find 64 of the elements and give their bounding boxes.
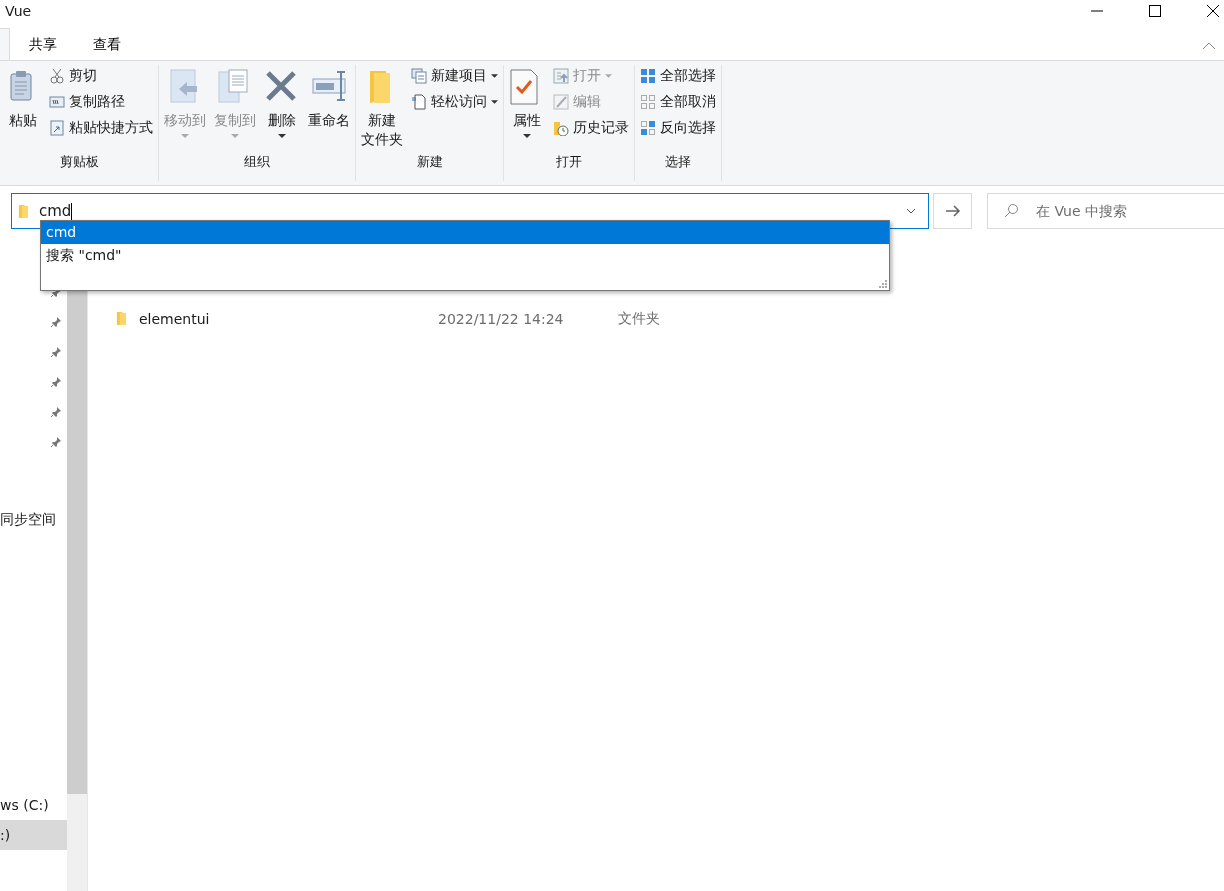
ribbon-button[interactable]: 粘贴快捷方式 [47, 117, 155, 139]
nav-item[interactable]: ws (C:) [0, 790, 67, 820]
invert-selection-icon [640, 120, 656, 136]
group-label: 组织 [243, 153, 271, 171]
window-title: Vue [4, 3, 32, 19]
pin-icon[interactable] [50, 316, 62, 328]
ribbon-tab[interactable]: 查看 [75, 30, 139, 60]
folder-icon [116, 311, 127, 326]
group-label: 新建 [415, 153, 444, 171]
file-type: 文件夹 [618, 309, 660, 328]
group-label: 打开 [555, 153, 583, 171]
caret-icon [605, 74, 612, 78]
ribbon-button[interactable]: 删除 [262, 65, 302, 151]
ribbon-button[interactable]: 粘贴 [3, 65, 43, 151]
chevron-down-icon[interactable] [906, 208, 916, 214]
select-none-icon [640, 94, 656, 110]
history-icon [553, 120, 569, 136]
open-icon [553, 68, 569, 84]
folder-icon [18, 203, 29, 219]
nav-item[interactable]: 同步空间 [0, 504, 67, 534]
ribbon-button[interactable]: 复制路径 [47, 91, 155, 113]
caret-icon [231, 134, 239, 138]
nav-item[interactable]: :) [0, 820, 67, 850]
suggestion-item[interactable]: 搜索 "cmd" [41, 244, 889, 267]
pin-icon[interactable] [50, 406, 62, 418]
suggestion-item[interactable]: cmd [41, 221, 889, 244]
select-all-icon [640, 68, 656, 84]
search-field[interactable]: 在 Vue 中搜索 [987, 193, 1224, 229]
file-name[interactable]: elementui [139, 310, 438, 327]
edit-icon [553, 94, 569, 110]
ribbon-button[interactable]: 全部选择 [638, 65, 718, 87]
close-icon[interactable] [1206, 4, 1220, 18]
caret-icon [491, 74, 498, 78]
caret-icon [491, 100, 498, 104]
caret-icon [523, 134, 531, 138]
group-label: 剪贴板 [58, 153, 100, 171]
search-icon [1003, 203, 1019, 219]
path-icon [49, 94, 65, 110]
ribbon-button[interactable]: 重命名 [306, 65, 352, 151]
go-button[interactable] [933, 193, 972, 229]
shortcut-icon [49, 120, 65, 136]
pin-icon[interactable] [50, 346, 62, 358]
ribbon-button[interactable]: 历史记录 [551, 117, 631, 139]
ribbon-button[interactable]: 轻松访问 [409, 91, 500, 113]
file-date: 2022/11/22 14:24 [438, 310, 565, 327]
ribbon-tab[interactable]: 共享 [11, 30, 75, 60]
ribbon-button[interactable]: 反向选择 [638, 117, 718, 139]
document-icon [411, 94, 427, 110]
maximize-icon[interactable] [1148, 4, 1162, 18]
ribbon-button[interactable]: 新建 文件夹 [359, 65, 405, 151]
pin-icon[interactable] [50, 436, 62, 448]
pin-icon[interactable] [50, 376, 62, 388]
ribbon-button[interactable]: 全部取消 [638, 91, 718, 113]
caret-icon [181, 134, 189, 138]
ribbon-button[interactable]: 剪切 [47, 65, 155, 87]
arrow-right-icon [944, 204, 961, 218]
ribbon-button[interactable]: 新建项目 [409, 65, 500, 87]
ribbon-button[interactable]: 属性 [507, 65, 547, 151]
scissors-icon [49, 68, 65, 84]
caret-icon [278, 134, 286, 138]
group-label: 选择 [664, 153, 692, 171]
new-item-icon [411, 68, 427, 84]
collapse-ribbon-icon[interactable] [1202, 42, 1216, 50]
resize-grip-icon[interactable] [878, 279, 887, 288]
